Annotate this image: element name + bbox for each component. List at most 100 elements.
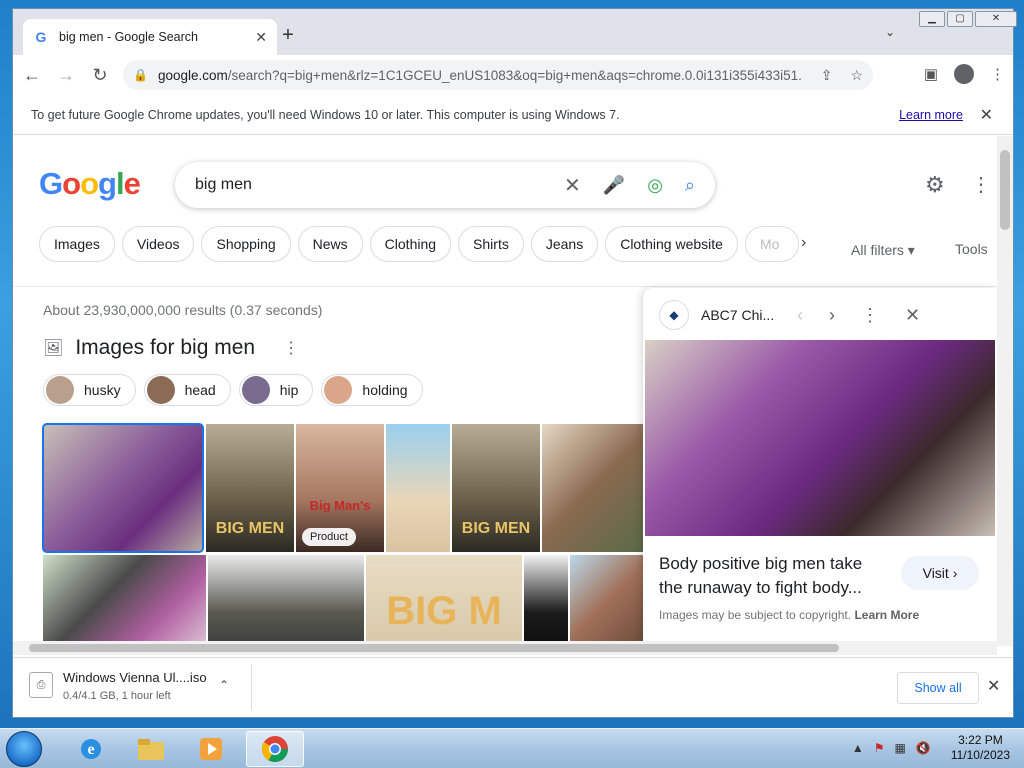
google-logo[interactable]: Google <box>39 166 141 202</box>
media-player-icon[interactable] <box>182 731 240 767</box>
action-center-icon[interactable]: ⚑ <box>874 741 885 755</box>
image-result[interactable]: BIG M <box>366 555 522 646</box>
chip-clothing[interactable]: Clothing <box>369 226 452 262</box>
window-close-button[interactable]: ✕ <box>975 11 1017 27</box>
window-controls: ▁ ▢ ✕ <box>917 11 1017 27</box>
panel-more-icon[interactable]: ⋮ <box>861 305 879 326</box>
more-options-icon[interactable]: ⋮ <box>283 338 299 358</box>
settings-gear-icon[interactable]: ⚙ <box>925 172 945 198</box>
search-box[interactable]: big men ✕ 🎤 ◎ ⌕ <box>175 162 715 208</box>
refine-holding[interactable]: holding <box>321 374 423 406</box>
share-icon[interactable]: ⇪ <box>821 67 833 84</box>
visit-button[interactable]: Visit › <box>901 556 979 590</box>
forward-button[interactable]: → <box>51 65 81 86</box>
image-result[interactable] <box>524 555 568 646</box>
google-apps-icon[interactable]: ⋮⋮ <box>971 172 997 197</box>
refine-thumb <box>324 376 353 404</box>
panel-title[interactable]: Body positive big men take the runaway t… <box>659 552 889 600</box>
infobar-message: To get future Google Chrome updates, you… <box>31 107 620 122</box>
tab-title: big men - Google Search <box>59 30 198 44</box>
title-bar: G big men - Google Search ✕ + ⌄ ▁ ▢ ✕ <box>13 9 1017 55</box>
network-icon[interactable]: ▦ <box>895 741 906 755</box>
downloads-bar: ⎙ Windows Vienna Ul....iso 0.4/4.1 GB, 1… <box>13 657 1013 717</box>
image-result[interactable]: BIG MEN <box>452 424 540 552</box>
horizontal-scroll-thumb[interactable] <box>29 644 839 652</box>
download-menu-chevron-icon[interactable]: ⌃ <box>219 678 229 692</box>
image-result[interactable]: Big Man's Product <box>296 424 384 552</box>
tray-expand-icon[interactable]: ▲ <box>852 741 864 755</box>
chip-shirts[interactable]: Shirts <box>458 226 524 262</box>
download-filename[interactable]: Windows Vienna Ul....iso <box>63 670 207 685</box>
panel-prev-icon[interactable]: ‹ <box>797 305 803 326</box>
chip-jeans[interactable]: Jeans <box>530 226 599 262</box>
search-results-page: Google big men ✕ 🎤 ◎ ⌕ ⚙ ⋮⋮ Images Video… <box>13 136 997 646</box>
chrome-menu-icon[interactable]: ⋮ <box>990 65 1005 83</box>
refine-hip[interactable]: hip <box>238 374 314 406</box>
tab-active[interactable]: G big men - Google Search ✕ <box>23 19 277 55</box>
image-result[interactable] <box>208 555 364 646</box>
clock[interactable]: 3:22 PM 11/10/2023 <box>951 733 1010 763</box>
chrome-window: G big men - Google Search ✕ + ⌄ ▁ ▢ ✕ ← … <box>12 8 1017 718</box>
internet-explorer-icon[interactable]: e <box>62 731 120 767</box>
panel-close-icon[interactable]: ✕ <box>905 305 920 326</box>
profile-avatar[interactable] <box>954 64 974 84</box>
chip-videos[interactable]: Videos <box>121 226 195 262</box>
clock-date: 11/10/2023 <box>950 748 1010 762</box>
address-bar[interactable]: 🔒 google.com/search?q=big+men&rlz=1C1GCE… <box>123 60 873 90</box>
tab-search-chevron-icon[interactable]: ⌄ <box>885 25 895 39</box>
chips-scroll-chevron-icon[interactable]: › <box>801 234 806 252</box>
tab-close-icon[interactable]: ✕ <box>255 29 267 46</box>
downloads-close-icon[interactable]: ✕ <box>987 676 1000 696</box>
panel-source[interactable]: ABC7 Chi... <box>701 307 781 323</box>
show-all-button[interactable]: Show all <box>897 672 979 704</box>
images-heading[interactable]: Images for big men <box>75 336 255 360</box>
image-result[interactable] <box>43 555 206 646</box>
refine-head[interactable]: head <box>143 374 231 406</box>
copyright-learn-more-link[interactable]: Learn More <box>854 608 919 622</box>
image-result[interactable] <box>42 423 204 553</box>
reload-button[interactable]: ↻ <box>85 65 115 86</box>
new-tab-button[interactable]: + <box>275 23 301 49</box>
clear-search-icon[interactable]: ✕ <box>564 173 581 198</box>
system-tray: ▲ ⚑ ▦ 🔇 3:22 PM 11/10/2023 <box>852 733 1010 763</box>
horizontal-scrollbar[interactable] <box>13 641 997 655</box>
chip-shopping[interactable]: Shopping <box>201 226 291 262</box>
toolbar-right: ▣ ⋮ <box>908 64 1005 84</box>
side-panel-icon[interactable]: ▣ <box>924 65 938 83</box>
image-result[interactable] <box>386 424 450 552</box>
chip-images[interactable]: Images <box>39 226 115 262</box>
refine-husky[interactable]: husky <box>43 374 136 406</box>
start-button[interactable] <box>6 731 42 767</box>
microphone-icon[interactable]: 🎤 <box>603 175 625 196</box>
infobar-learn-more-link[interactable]: Learn more <box>899 108 963 122</box>
vertical-scrollbar[interactable] <box>997 136 1013 646</box>
image-refinements: husky head hip holding <box>43 374 431 406</box>
image-results-grid: BIG MEN Big Man's Product BIG MEN BIG M <box>42 423 643 646</box>
back-button[interactable]: ← <box>17 65 47 86</box>
search-input[interactable]: big men <box>195 176 542 194</box>
lock-icon[interactable]: 🔒 <box>133 68 148 82</box>
search-icon[interactable]: ⌕ <box>685 175 695 196</box>
maximize-button[interactable]: ▢ <box>947 11 973 27</box>
image-result[interactable]: BIG MEN <box>206 424 294 552</box>
windows-taskbar: e ▲ ⚑ ▦ 🔇 3:22 PM 11/10/2023 <box>0 728 1024 768</box>
tools-button[interactable]: Tools <box>955 241 988 257</box>
google-lens-icon[interactable]: ◎ <box>647 175 663 196</box>
chip-clothing-website[interactable]: Clothing website <box>605 226 738 262</box>
vertical-scroll-thumb[interactable] <box>1000 150 1010 230</box>
minimize-button[interactable]: ▁ <box>919 11 945 27</box>
bookmark-star-icon[interactable]: ☆ <box>850 67 863 84</box>
volume-muted-icon[interactable]: 🔇 <box>916 741 931 755</box>
infobar-close-icon[interactable]: ✕ <box>980 105 993 125</box>
panel-next-icon[interactable]: › <box>829 305 835 326</box>
image-result[interactable] <box>542 424 643 552</box>
chrome-taskbar-icon[interactable] <box>246 731 304 767</box>
chip-more[interactable]: Mo <box>744 226 799 262</box>
file-explorer-icon[interactable] <box>122 731 180 767</box>
chip-news[interactable]: News <box>297 226 363 262</box>
image-result[interactable] <box>570 555 643 646</box>
copyright-notice: Images may be subject to copyright. Lear… <box>659 608 920 622</box>
header-divider <box>13 286 997 287</box>
all-filters-button[interactable]: All filters ▾ <box>851 242 915 259</box>
panel-preview-image[interactable] <box>645 340 995 536</box>
